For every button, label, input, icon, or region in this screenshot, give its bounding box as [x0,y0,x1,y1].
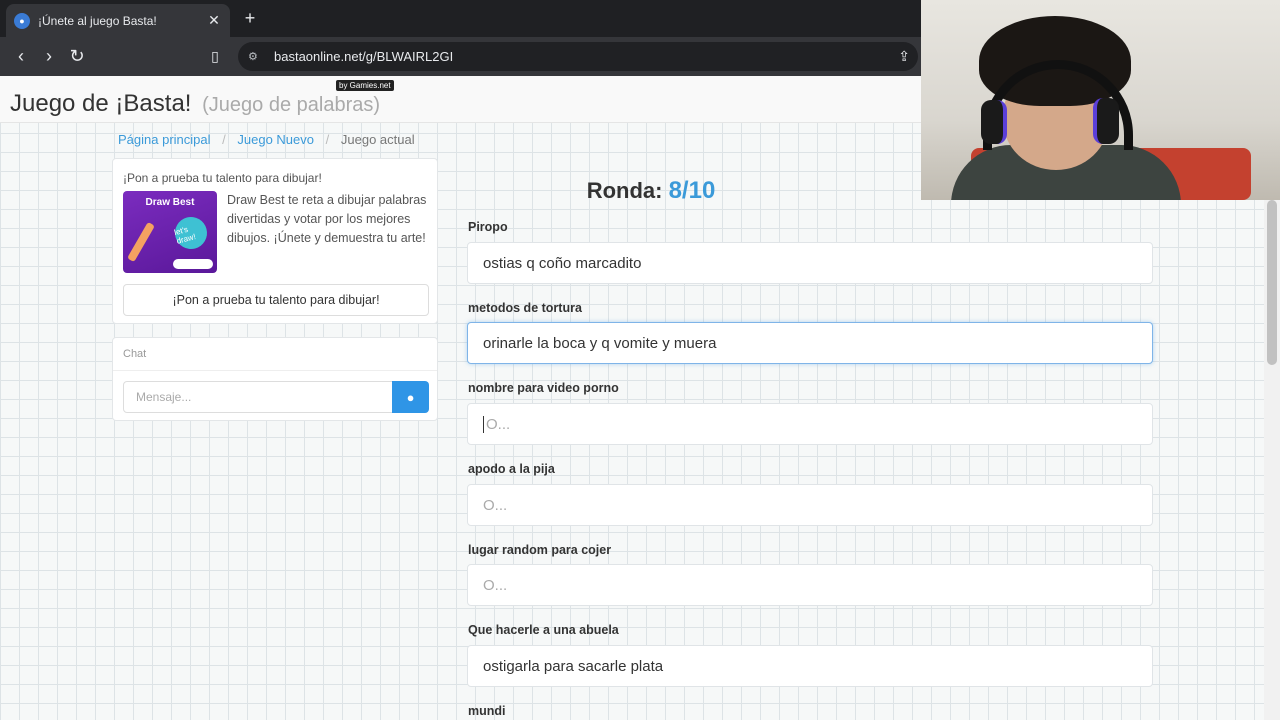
answer-input[interactable]: O... [467,403,1153,445]
field-label: lugar random para cojer [468,543,612,557]
brush-icon [127,221,155,263]
field-label: mundi [468,704,506,718]
reload-icon[interactable]: ↻ [66,45,88,67]
breadcrumb-current: Juego actual [340,132,415,147]
url-text: bastaonline.net/g/BLWAIRL2GI [274,49,454,64]
field-label: metodos de tortura [468,301,582,315]
breadcrumb-home[interactable]: Página principal [118,132,211,147]
headset-earcup-right [1093,98,1119,144]
chat-title: Chat [123,348,147,360]
chat-message-input[interactable]: Mensaje... [123,381,393,413]
draw-best-promo: ¡Pon a prueba tu talento para dibujar! D… [112,158,438,324]
round-label: Ronda: [586,178,663,203]
site-favicon-icon: ● [14,12,30,29]
text-caret [483,415,484,433]
answer-input[interactable]: ostias q coño marcadito [467,242,1153,284]
answer-input[interactable]: O... [467,564,1153,606]
chat-bubble-icon: ● [406,389,415,405]
share-icon[interactable]: ⇪ [898,48,910,65]
answer-input[interactable]: orinarle la boca y q vomite y muera [467,322,1153,364]
promo-button[interactable]: ¡Pon a prueba tu talento para dibujar! [123,284,429,316]
draw-best-image[interactable]: Draw Best let's draw! [123,191,217,273]
scrollbar-thumb[interactable] [1267,200,1277,365]
headset-earcup-left [981,100,1007,144]
brand-subtitle: (Juego de palabras) [202,94,381,116]
new-tab-button[interactable]: + [241,8,259,29]
address-bar[interactable]: ⚙ bastaonline.net/g/BLWAIRL2GI ⇪ [238,42,918,71]
webcam-overlay [921,0,1280,200]
close-tab-icon[interactable]: ✕ [206,12,222,29]
brand-title: Juego de ¡Basta! [10,90,192,117]
round-indicator: Ronda: 8/10 [468,177,834,205]
promo-image-badge: let's draw! [171,213,211,253]
site-info-icon[interactable]: ⚙ [248,50,264,63]
promo-title: ¡Pon a prueba tu talento para dibujar! [123,171,322,185]
answer-input[interactable]: ostigarla para sacarle plata [467,645,1153,687]
gamies-badge[interactable]: by Gamies.net [336,80,394,91]
answer-input[interactable]: O... [467,484,1153,526]
promo-image-footer [173,259,213,269]
field-label: nombre para video porno [468,381,619,395]
tab-title: ¡Únete al juego Basta! [38,13,157,28]
field-label: apodo a la pija [468,462,555,476]
site-brand[interactable]: Juego de ¡Basta! (Juego de palabras) [10,90,380,118]
breadcrumb-new-game[interactable]: Juego Nuevo [237,132,314,147]
forward-icon[interactable]: › [38,45,60,67]
breadcrumb-separator: / [325,132,330,147]
round-value: 8/10 [668,177,716,204]
back-icon[interactable]: ‹ [10,45,32,67]
answer-placeholder: O... [486,415,511,433]
promo-description: Draw Best te reta a dibujar palabras div… [227,193,427,245]
breadcrumb-separator: / [222,132,226,147]
browser-tab[interactable]: ● ¡Únete al juego Basta! ✕ [6,4,230,37]
field-label: Que hacerle a una abuela [468,623,619,637]
promo-image-title: Draw Best [145,197,195,208]
breadcrumb: Página principal / Juego Nuevo / Juego a… [118,132,415,147]
field-label: Piropo [468,220,508,234]
chat-divider [113,370,437,371]
send-message-button[interactable]: ● [392,381,429,413]
bookmark-icon[interactable]: ▯ [204,45,226,67]
chat-panel: Chat Mensaje... ● [112,337,438,421]
